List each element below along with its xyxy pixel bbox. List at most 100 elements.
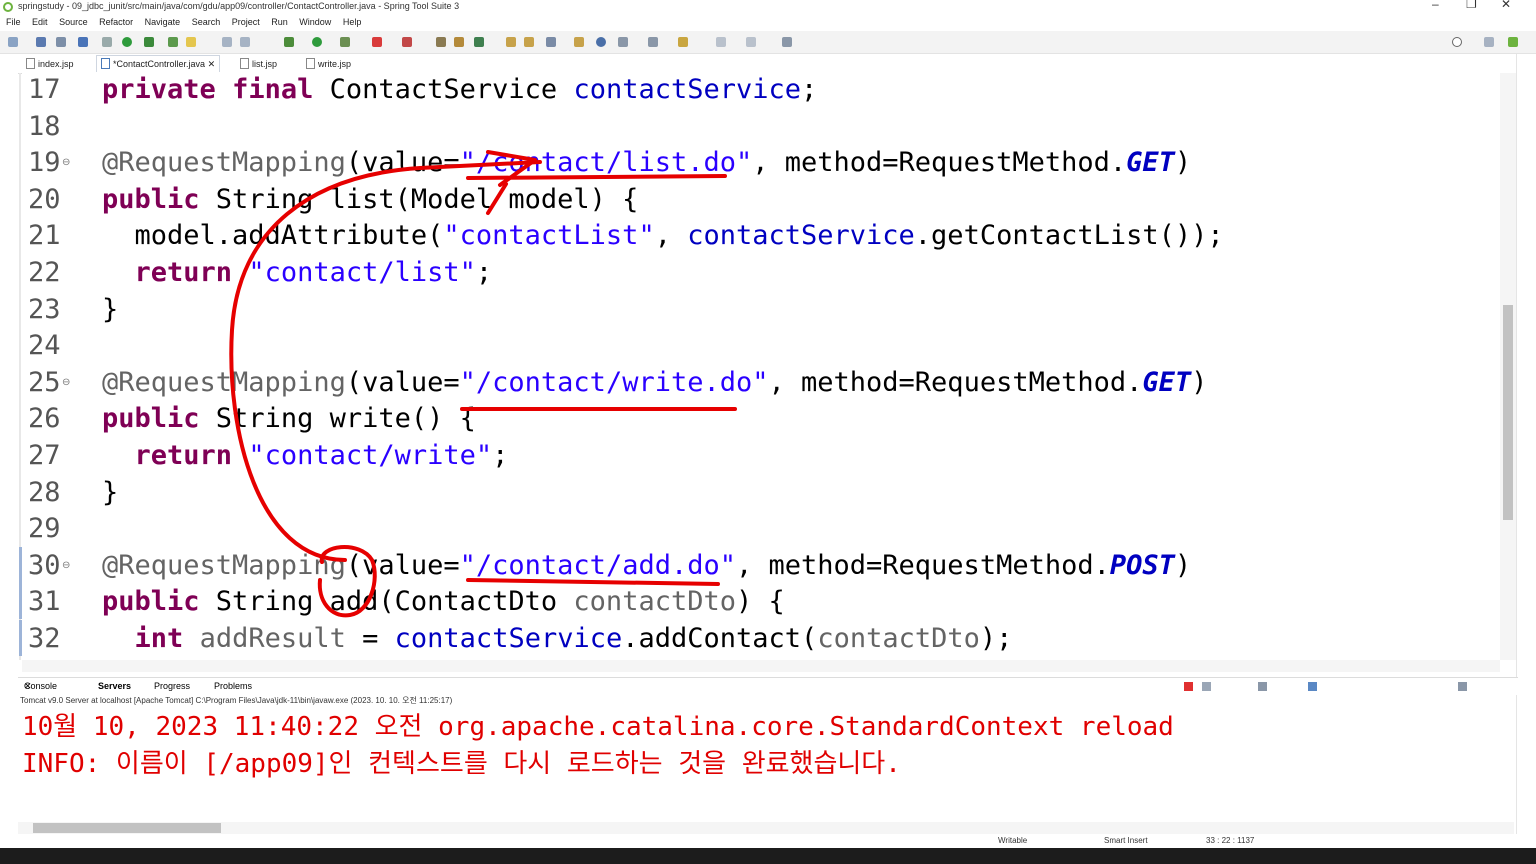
code-token: public (102, 403, 200, 435)
code-token: contactService (573, 74, 802, 105)
tab-contact-controller[interactable]: *ContactController.java ✕ (96, 55, 221, 72)
code-token: model.addAttribute( (102, 220, 444, 252)
tab-list-jsp[interactable]: list.jsp (240, 56, 277, 72)
line-number: 28 (28, 476, 61, 508)
stop-icon[interactable] (372, 37, 382, 47)
line-number: 24 (28, 330, 61, 362)
menu-refactor[interactable]: Refactor (99, 17, 133, 27)
code-token: contactService (394, 623, 623, 654)
back-icon[interactable] (716, 37, 726, 47)
code-token: public (102, 183, 200, 215)
code-token: "/contact/list.do" (459, 147, 753, 179)
tab-label: list.jsp (252, 59, 278, 69)
external-tools-icon[interactable] (402, 37, 412, 47)
console-horizontal-scrollbar[interactable] (18, 822, 1514, 834)
debug-icon[interactable] (284, 37, 294, 47)
globe-icon[interactable] (596, 37, 606, 47)
tab-index-jsp[interactable]: index.jsp (26, 56, 74, 72)
console-scroll-thumb[interactable] (33, 823, 221, 833)
coverage-icon[interactable] (340, 37, 350, 47)
forward-icon[interactable] (746, 37, 756, 47)
menu-project[interactable]: Project (232, 17, 260, 27)
editor-horizontal-scrollbar[interactable] (22, 660, 1500, 672)
menu-help[interactable]: Help (343, 17, 362, 27)
tab-progress[interactable]: Progress (154, 678, 190, 695)
tab-write-jsp[interactable]: write.jsp (306, 56, 351, 72)
boot-dashboard-icon[interactable] (122, 37, 132, 47)
window-title: springstudy - 09_jdbc_junit/src/main/jav… (18, 1, 460, 11)
fold-toggle-icon[interactable]: ⊖ (62, 548, 70, 584)
menu-run[interactable]: Run (271, 17, 288, 27)
terminate-icon[interactable] (1184, 682, 1193, 691)
open-folder-icon[interactable] (506, 37, 516, 47)
refresh-icon[interactable] (144, 37, 154, 47)
block-select-icon[interactable] (240, 37, 250, 47)
skip-breakpoints-icon[interactable] (102, 37, 112, 47)
save-icon[interactable] (36, 37, 46, 47)
file-icon (240, 58, 249, 69)
search-icon[interactable] (1452, 37, 1462, 47)
code-token: "/contact/add.do" (459, 549, 736, 581)
menu-navigate[interactable]: Navigate (145, 17, 181, 27)
restore-button[interactable]: ❐ (1466, 0, 1477, 11)
open-resource-icon[interactable] (524, 37, 534, 47)
previous-annotation-icon[interactable] (648, 37, 658, 47)
close-tab-icon[interactable]: ✕ (208, 59, 216, 69)
pin-editor-icon[interactable] (782, 37, 792, 47)
new-class-icon[interactable] (474, 37, 484, 47)
last-edit-icon[interactable] (678, 37, 688, 47)
main-toolbar (0, 31, 1536, 54)
open-type-icon[interactable] (168, 37, 178, 47)
console-settings-icon[interactable] (1458, 682, 1467, 691)
code-token: @RequestMapping (102, 147, 346, 179)
code-editor[interactable]: 17 private final ContactService contactSe… (22, 73, 1500, 660)
next-annotation-icon[interactable] (618, 37, 628, 47)
code-token: , method=RequestMethod. (768, 366, 1143, 398)
search-folder-icon[interactable] (574, 37, 584, 47)
code-token: ) (1191, 366, 1208, 398)
code-token: POST (1109, 549, 1175, 581)
clear-console-icon[interactable] (1258, 682, 1267, 691)
menu-window[interactable]: Window (299, 17, 331, 27)
new-package-icon[interactable] (454, 37, 464, 47)
menu-source[interactable]: Source (59, 17, 88, 27)
run-icon[interactable] (312, 37, 322, 47)
save-all-icon[interactable] (56, 37, 66, 47)
minimize-button[interactable]: – (1432, 0, 1439, 11)
pin-console-icon[interactable] (1308, 682, 1317, 691)
menu-search[interactable]: Search (192, 17, 221, 27)
line-number: 31 (28, 586, 61, 618)
new-server-icon[interactable] (436, 37, 446, 47)
fold-toggle-icon[interactable]: ⊖ (62, 145, 70, 181)
menu-file[interactable]: File (6, 17, 21, 27)
new-icon[interactable] (8, 37, 18, 47)
code-text: return "contact/list"; (102, 255, 493, 291)
code-token: public (102, 586, 200, 618)
code-text: int addResult = contactService.addContac… (102, 621, 1013, 657)
remove-launch-icon[interactable] (1202, 682, 1211, 691)
editor-gutter (0, 73, 18, 660)
tab-servers[interactable]: Servers (98, 678, 131, 695)
editor-scroll-thumb[interactable] (1503, 305, 1513, 520)
toggle-icon[interactable] (222, 37, 232, 47)
code-line: 29 (22, 511, 1500, 547)
spring-perspective-icon[interactable] (1508, 37, 1518, 47)
close-window-button[interactable]: ✕ (1501, 0, 1511, 11)
code-token: "contact/write" (248, 440, 493, 471)
code-token: ) (1174, 549, 1192, 581)
code-token: , (654, 220, 688, 252)
code-line: 32 int addResult = contactService.addCon… (22, 621, 1500, 657)
tab-console[interactable]: Console ✕ (24, 678, 57, 695)
terminal-icon[interactable] (78, 37, 88, 47)
pen-icon[interactable] (546, 37, 556, 47)
fold-toggle-icon[interactable]: ⊖ (62, 365, 70, 401)
mark-occurrences-icon[interactable] (186, 37, 196, 47)
code-text: return "contact/write"; (102, 438, 509, 474)
line-number: 18 (28, 110, 61, 142)
tab-problems[interactable]: Problems (214, 678, 252, 695)
code-line: 25 ⊖ @RequestMapping(value="/contact/write… (22, 365, 1500, 401)
open-perspective-icon[interactable] (1484, 37, 1494, 47)
menu-edit[interactable]: Edit (32, 17, 48, 27)
code-text: model.addAttribute("contactList", contac… (102, 218, 1224, 254)
console-output[interactable]: 10월 10, 2023 11:40:22 오전 org.apache.cata… (18, 707, 1512, 822)
